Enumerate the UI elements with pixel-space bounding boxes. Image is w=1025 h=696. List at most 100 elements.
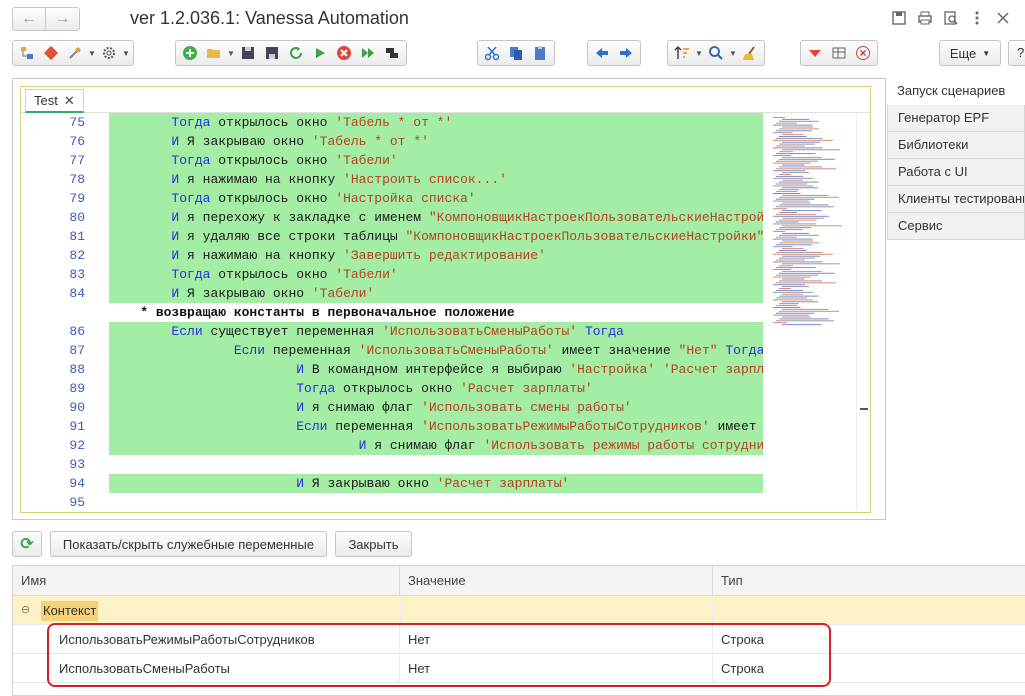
chevron-down-icon: ▼ (982, 48, 991, 58)
minimap-line (779, 120, 819, 122)
code-line[interactable]: 87 Если переменная 'ИспользоватьСменыРаб… (21, 341, 763, 360)
right-panel-item[interactable]: Клиенты тестирования (887, 186, 1025, 213)
sort-icon[interactable] (670, 42, 694, 64)
right-panel-item[interactable]: Генератор EPF (887, 105, 1025, 132)
collapse-red-icon[interactable] (803, 42, 827, 64)
code-line[interactable]: 89 Тогда открылось окно 'Расчет зарплаты… (21, 379, 763, 398)
toggle-service-variables-button[interactable]: Показать/скрыть служебные переменные (50, 531, 327, 557)
minimap-line (773, 185, 813, 187)
code-line[interactable]: 77 Тогда открылось окно 'Табели' (21, 151, 763, 170)
code-line[interactable]: 84 И Я закрываю окно 'Табели' (21, 284, 763, 303)
open-folder-icon[interactable] (202, 42, 226, 64)
code-line[interactable]: 91 Если переменная 'ИспользоватьРежимыРа… (21, 417, 763, 436)
chevron-down-icon[interactable]: ▼ (728, 42, 738, 64)
chevron-down-icon[interactable]: ▼ (87, 42, 97, 64)
close-button[interactable]: Закрыть (335, 531, 412, 557)
code-line[interactable]: 75 Тогда открылось окно 'Табель * от *' (21, 113, 763, 132)
save-icon[interactable] (236, 42, 260, 64)
more-label: Еще (949, 45, 977, 61)
more-vertical-icon[interactable] (969, 10, 985, 26)
chevron-down-icon[interactable]: ▼ (121, 42, 131, 64)
minimap-line (776, 297, 808, 299)
code-line[interactable]: 82 И я нажимаю на кнопку 'Завершить реда… (21, 246, 763, 265)
code-line[interactable]: 83 Тогда открылось окно 'Табели' (21, 265, 763, 284)
minimap-line (773, 132, 793, 134)
git-icon[interactable] (39, 42, 63, 64)
line-text: Тогда открылось окно 'Табель * от *' (109, 113, 763, 132)
text-token: переменная (265, 343, 359, 358)
stop-icon[interactable] (332, 42, 356, 64)
code-line[interactable]: * возвращаю константы в первоначальное п… (21, 303, 763, 322)
column-header-value[interactable]: Значение (400, 566, 713, 596)
arrow-right-icon[interactable] (614, 42, 638, 64)
print-icon[interactable] (917, 10, 933, 26)
chevron-down-icon[interactable]: ▼ (694, 42, 704, 64)
run-icon[interactable] (308, 42, 332, 64)
refresh-icon[interactable] (284, 42, 308, 64)
tab-test[interactable]: Test ✕ (25, 89, 84, 113)
search-icon[interactable] (704, 42, 728, 64)
code-line[interactable]: 94 И Я закрываю окно 'Расчет зарплаты' (21, 474, 763, 493)
arrow-left-icon[interactable] (590, 42, 614, 64)
string-token: 'Расчет зарплаты' (460, 381, 593, 396)
tools-icon[interactable] (63, 42, 87, 64)
copy-icon[interactable] (504, 42, 528, 64)
back-button[interactable]: ← (12, 7, 46, 31)
code-minimap[interactable] (767, 113, 855, 510)
right-panel-item[interactable]: Библиотеки (887, 132, 1025, 159)
table-icon[interactable] (827, 42, 851, 64)
windows-icon[interactable] (380, 42, 404, 64)
paste-icon[interactable] (528, 42, 552, 64)
right-panel-item[interactable]: Сервис (887, 213, 1025, 240)
code-line[interactable]: 81 И я удаляю все строки таблицы "Компон… (21, 227, 763, 246)
save-as-icon[interactable] (260, 42, 284, 64)
broom-icon[interactable] (738, 42, 762, 64)
forward-button[interactable]: → (46, 7, 80, 31)
scrollbar-thumb[interactable] (860, 408, 868, 410)
vertical-scrollbar[interactable] (856, 113, 869, 510)
code-area[interactable]: 75 Тогда открылось окно 'Табель * от *' 7… (21, 113, 763, 510)
minimap-line (773, 117, 785, 118)
minimap-line (773, 193, 801, 194)
close-tab-icon[interactable]: ✕ (64, 90, 75, 111)
minimap-line (782, 255, 821, 257)
cut-icon[interactable] (480, 42, 504, 64)
collapse-icon[interactable]: ⊖ (21, 596, 30, 625)
code-line[interactable]: 88 И В командном интерфейсе я выбираю 'Н… (21, 360, 763, 379)
tree-icon[interactable] (15, 42, 39, 64)
code-line[interactable]: 78 И я нажимаю на кнопку 'Настроить спис… (21, 170, 763, 189)
minimap-line (782, 217, 824, 219)
help-button[interactable]: ? (1008, 40, 1025, 66)
table-group-row[interactable]: ⊖ Контекст (13, 596, 1025, 625)
code-line[interactable]: 93 (21, 455, 763, 474)
line-number: 77 (69, 153, 85, 168)
right-panel-item[interactable]: Работа с UI (887, 159, 1025, 186)
column-header-type[interactable]: Тип (713, 566, 1025, 596)
save-icon[interactable] (891, 10, 907, 26)
code-line[interactable]: 80 И я перехожу к закладке с именем "Ком… (21, 208, 763, 227)
cancel-icon[interactable] (851, 42, 875, 64)
preview-icon[interactable] (943, 10, 959, 26)
refresh-button[interactable]: ⟳ (12, 531, 42, 557)
minimap-line (782, 202, 811, 204)
minimap-line (782, 156, 822, 158)
minimap-line (773, 223, 817, 225)
minimap-line (773, 170, 806, 172)
more-button[interactable]: Еще ▼ (939, 40, 1001, 66)
string-token: 'ИспользоватьСменыРаботы' (382, 324, 578, 339)
right-panel-item[interactable]: Запуск сценариев (887, 78, 1025, 105)
code-line[interactable]: 79 Тогда открылось окно 'Настройка списк… (21, 189, 763, 208)
code-line[interactable]: 95 (21, 493, 763, 510)
code-line[interactable]: 76 И Я закрываю окно 'Табель * от *' (21, 132, 763, 151)
chevron-down-icon[interactable]: ▼ (226, 42, 236, 64)
code-line[interactable]: 86 Если существует переменная 'Использов… (21, 322, 763, 341)
column-header-name[interactable]: Имя (13, 566, 400, 596)
minimap-line (779, 272, 835, 274)
code-line[interactable]: 92 И я снимаю флаг 'Использовать режимы … (21, 436, 763, 455)
code-line[interactable]: 90 И я снимаю флаг 'Использовать смены р… (21, 398, 763, 417)
line-text: И В командном интерфейсе я выбираю 'Наст… (109, 360, 763, 379)
run-all-icon[interactable] (356, 42, 380, 64)
close-window-icon[interactable] (995, 10, 1011, 26)
gear-icon[interactable] (97, 42, 121, 64)
add-icon[interactable] (178, 42, 202, 64)
